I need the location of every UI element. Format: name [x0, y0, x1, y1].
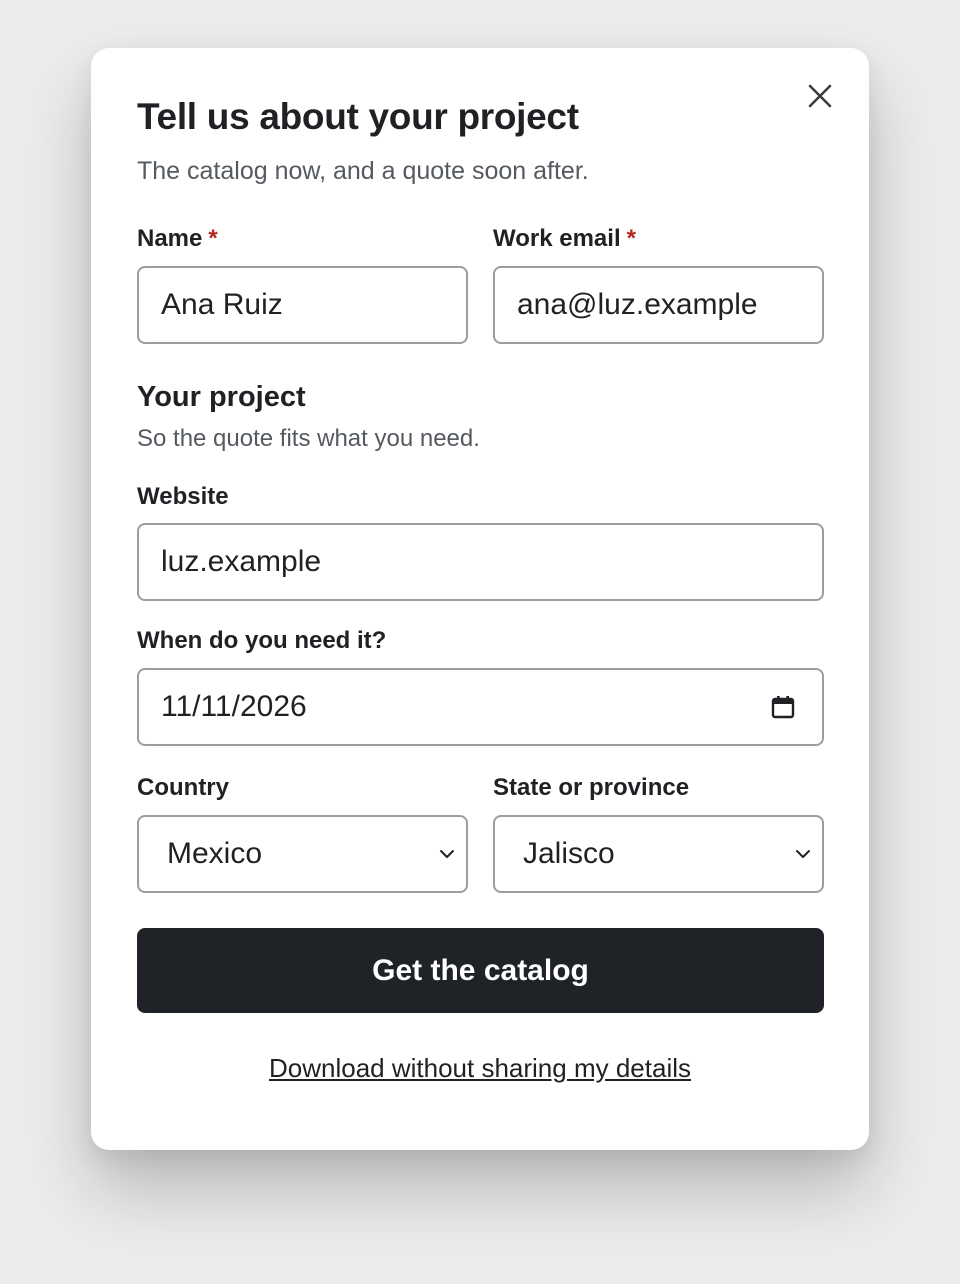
country-select[interactable]: Mexico: [137, 815, 468, 893]
date-value: 11/11/2026: [161, 690, 307, 723]
section-description: So the quote fits what you need.: [137, 425, 480, 452]
dialog-subtitle: The catalog now, and a quote soon after.: [137, 157, 589, 185]
download-without-details-link[interactable]: Download without sharing my details: [91, 1053, 869, 1084]
website-field[interactable]: luz.example: [137, 523, 824, 601]
state-select[interactable]: Jalisco: [493, 815, 824, 893]
website-value: luz.example: [161, 545, 322, 578]
name-value: Ana Ruiz: [161, 288, 283, 321]
required-mark: *: [626, 225, 636, 252]
project-dialog: Tell us about your project The catalog n…: [91, 48, 869, 1150]
work-email-label-text: Work email: [493, 225, 621, 252]
country-label: Country: [137, 774, 229, 801]
get-catalog-button[interactable]: Get the catalog: [137, 928, 824, 1013]
website-label: Website: [137, 483, 229, 510]
country-value: Mexico: [167, 837, 263, 870]
required-mark: *: [208, 225, 218, 252]
chevron-down-icon: [438, 845, 456, 863]
section-title: Your project: [137, 381, 306, 413]
state-value: Jalisco: [523, 837, 615, 870]
date-label: When do you need it?: [137, 627, 387, 654]
work-email-value: ana@luz.example: [517, 288, 758, 321]
name-field[interactable]: Ana Ruiz: [137, 266, 468, 344]
dialog-title: Tell us about your project: [137, 96, 579, 137]
calendar-icon[interactable]: [770, 694, 796, 720]
close-icon: [808, 84, 832, 108]
name-label: Name *: [137, 225, 218, 253]
chevron-down-icon: [794, 845, 812, 863]
work-email-field[interactable]: ana@luz.example: [493, 266, 824, 344]
close-button[interactable]: [804, 80, 836, 112]
date-field[interactable]: 11/11/2026: [137, 668, 824, 746]
name-label-text: Name: [137, 225, 203, 252]
state-label: State or province: [493, 774, 690, 801]
work-email-label: Work email *: [493, 225, 636, 253]
